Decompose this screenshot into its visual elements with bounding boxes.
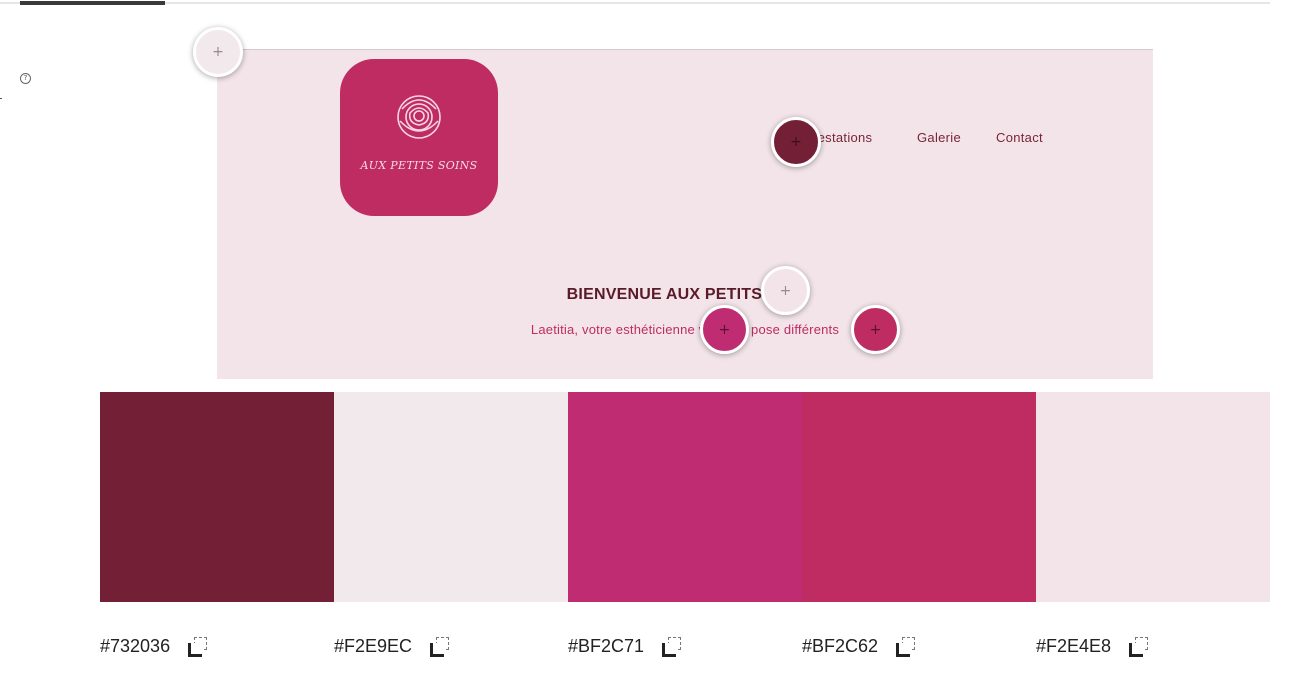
edge-marker [0,98,2,99]
hex-code: #BF2C62 [802,636,879,656]
hex-code: #F2E4E8 [1036,636,1112,656]
copy-icon[interactable] [188,636,210,657]
color-picker-handle[interactable]: + [193,27,243,77]
rose-icon [397,95,441,139]
copy-icon[interactable] [1129,636,1151,657]
swatch-code-row: #F2E4E8 [1036,636,1151,657]
nav-item-galerie: Galerie [917,130,962,145]
hex-code: #F2E9EC [334,636,413,656]
hero-subtitle: Laetitia, votre esthéticienne vo pose di… [530,322,840,337]
color-picker-handle[interactable]: + [851,305,900,354]
color-picker-handle[interactable]: + [771,117,821,167]
copy-icon[interactable] [896,636,918,657]
color-swatch[interactable] [1036,392,1270,602]
nav-item-prestations: restations [813,130,873,145]
nav-item-contact: Contact [996,130,1043,145]
swatch-code-row: #732036 [100,636,210,657]
image-preview: AUX PETITS SOINS restations Galerie Cont… [217,50,1153,379]
logo-text: AUX PETITS SOINS [360,159,478,172]
color-swatch[interactable] [100,392,334,602]
tab-bar-divider [0,2,1270,4]
color-swatch[interactable] [334,392,568,602]
site-logo: AUX PETITS SOINS [340,59,498,216]
color-picker-handle[interactable]: + [700,305,749,354]
copy-icon[interactable] [430,636,452,657]
swatch-code-row: #F2E9EC [334,636,452,657]
active-tab-indicator[interactable] [20,1,165,5]
color-picker-handle[interactable]: + [761,266,810,315]
hex-code: #BF2C71 [568,636,645,656]
hex-code: #732036 [100,636,171,656]
hero-title: BIENVENUE AUX PETITS NS [566,286,804,303]
color-swatch[interactable] [802,392,1036,602]
color-swatch[interactable] [568,392,802,602]
help-icon[interactable]: ? [20,73,31,84]
copy-icon[interactable] [662,636,684,657]
swatch-code-row: #BF2C71 [568,636,684,657]
swatch-code-row: #BF2C62 [802,636,918,657]
